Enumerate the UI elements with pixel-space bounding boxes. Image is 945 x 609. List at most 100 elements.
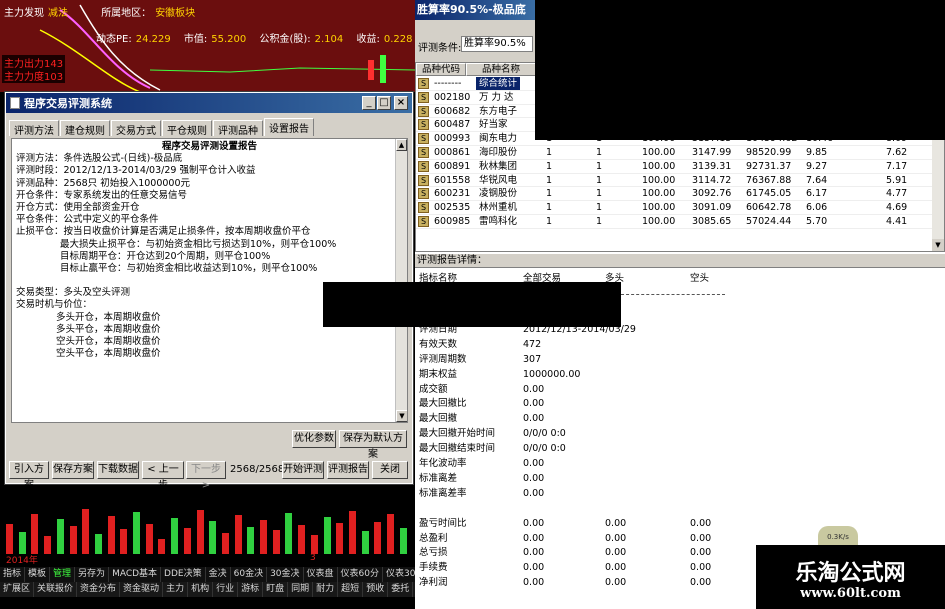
volume-bar: [323, 517, 331, 554]
detail-row: 有效天数 472: [415, 338, 945, 351]
import-scheme-button[interactable]: 引入方案: [9, 461, 49, 491]
bg-tab[interactable]: 60金决: [231, 567, 268, 582]
prev-step-button[interactable]: < 上一步: [142, 461, 184, 491]
bg-tab[interactable]: 耐力: [313, 582, 339, 597]
detail-s: 0.00: [690, 562, 712, 574]
report-scrollbar[interactable]: ▲ ▼: [395, 139, 407, 422]
bg-tab[interactable]: MACD基本: [109, 567, 162, 582]
bg-tab[interactable]: 关联报价: [34, 582, 78, 597]
scroll-up-icon[interactable]: ▲: [396, 139, 407, 151]
volume-bar: [133, 512, 140, 554]
cell-a: 1: [546, 202, 553, 214]
grid-row[interactable]: S 600985 雷鸣科化 1 1 100.00 3085.65 57024.44 5.70 4.…: [416, 215, 934, 229]
grid-row[interactable]: S 601558 华锐风电 1 1 100.00 3114.72 76367.88 7.64 5.…: [416, 174, 934, 188]
detail-row: 最大回撤 0.00: [415, 412, 945, 425]
bg-tab[interactable]: 30金决: [267, 567, 304, 582]
cell-f: 9.85: [806, 147, 828, 158]
close-icon[interactable]: ×: [394, 96, 408, 110]
grid-row[interactable]: S 002535 林州重机 1 1 100.00 3091.09 60642.78 6.06 4.…: [416, 201, 934, 215]
stock-icon: S: [418, 188, 429, 200]
bg-tab[interactable]: 仪表30分: [383, 567, 415, 582]
detail-v: 0.00: [523, 517, 545, 529]
cell-g: 7.17: [886, 160, 908, 172]
cell-code: 600985: [434, 216, 471, 227]
stock-icon: S: [418, 133, 429, 145]
cell-e: 61745.05: [746, 188, 792, 200]
info-row-2: 动态PE: 24.229 市值: 55.200 公积金(股): 2.104 收益: 0.…: [96, 34, 413, 45]
bg-tab[interactable]: 仪表60分: [338, 567, 383, 582]
cell-d: 3091.09: [692, 202, 732, 214]
bg-tab[interactable]: 游标: [238, 582, 264, 597]
cell-e: 76367.88: [746, 174, 792, 186]
detail-title: 评测报告详情：: [415, 254, 945, 268]
bg-tab[interactable]: 管理: [50, 567, 76, 582]
save-scheme-button[interactable]: 保存方案: [52, 461, 94, 479]
detail-k: 成交额: [419, 383, 448, 395]
bg-tab[interactable]: 主力: [163, 582, 189, 597]
start-eval-button[interactable]: 开始评测: [282, 461, 324, 479]
cell-code: 600231: [434, 188, 471, 200]
detail-k: 有效天数: [419, 338, 458, 350]
next-step-button[interactable]: 下一步 >: [186, 461, 226, 491]
tab-0[interactable]: 评测方法: [9, 120, 59, 137]
bg-tab[interactable]: 资金驱动: [120, 582, 164, 597]
close-button[interactable]: 关闭: [372, 461, 408, 479]
bg-tab[interactable]: 预收: [363, 582, 389, 597]
badge-main-power: 主力力度103: [2, 68, 66, 83]
bg-tab[interactable]: DDE决策: [161, 567, 206, 582]
bg-tab[interactable]: 行业: [213, 582, 239, 597]
detail-k: 净利润: [419, 577, 448, 589]
bg-tab[interactable]: 指标: [0, 567, 26, 582]
grid-scroll-down-icon[interactable]: ▼: [932, 239, 944, 251]
bg-tab[interactable]: 委托: [388, 582, 414, 597]
detail-v: 0.00: [523, 547, 545, 559]
scroll-down-icon[interactable]: ▼: [396, 410, 407, 422]
bg-tab[interactable]: 金决: [206, 567, 231, 582]
bg-tab[interactable]: 仪表盘: [304, 567, 338, 582]
report-line: 评测方法：条件选股公式-(日线)-极品底: [16, 153, 183, 165]
volume-bar: [209, 521, 217, 554]
grid-row[interactable]: S 600231 凌钢股份 1 1 100.00 3092.76 61745.05 6.17 4.…: [416, 187, 934, 202]
bg-tab[interactable]: 资金分布: [77, 582, 121, 597]
dialog-titlebar[interactable]: 程序交易评测系统: [6, 93, 412, 113]
minimize-button[interactable]: _: [362, 96, 376, 110]
cell-b: 1: [596, 216, 603, 227]
tab-5[interactable]: 设置报告: [264, 118, 314, 136]
bg-tab[interactable]: 盯盘: [263, 582, 289, 597]
download-data-button[interactable]: 下载数据: [97, 461, 139, 479]
tab-1[interactable]: 建仓规则: [60, 120, 110, 137]
col-name-header[interactable]: 品种名称: [466, 63, 536, 76]
bg-tab[interactable]: 超短: [338, 582, 364, 597]
cell-a: 1: [546, 160, 553, 172]
watermark-line1: 乐淘公式网: [795, 560, 906, 586]
bg-tab[interactable]: 同期: [288, 582, 314, 597]
watermark-line2: www.60lt.com: [800, 586, 901, 601]
cell-name: 华锐风电: [479, 174, 518, 186]
detail-s: 0.00: [690, 517, 712, 529]
cond-select[interactable]: 胜算率90.5%: [461, 36, 533, 52]
volume-bar: [158, 539, 166, 554]
maximize-button[interactable]: □: [377, 96, 391, 110]
grid-row[interactable]: S 000861 海印股份 1 1 100.00 3147.99 98520.99 9.85 7.…: [416, 146, 934, 160]
optimize-button[interactable]: 优化参数: [292, 430, 336, 448]
cell-g: 5.91: [886, 174, 908, 186]
stock-icon: S: [418, 202, 429, 214]
bg-tab[interactable]: 扩展区: [0, 582, 35, 597]
bg-tab[interactable]: 另存为: [75, 567, 110, 582]
cell-d: 3085.65: [692, 216, 732, 227]
detail-row: 评测周期数 307: [415, 353, 945, 366]
eval-report-button[interactable]: 评测报告: [327, 461, 369, 479]
col-code-header[interactable]: 品种代码: [416, 63, 466, 76]
bg-tab[interactable]: 机构: [188, 582, 214, 597]
tab-2[interactable]: 交易方式: [111, 120, 161, 137]
tab-3[interactable]: 平仓规则: [162, 120, 212, 137]
volume-bar: [6, 524, 13, 554]
cell-name: 好当家: [479, 119, 508, 131]
detail-k: 总亏损: [419, 547, 448, 559]
tab-4[interactable]: 评测品种: [213, 120, 263, 137]
bg-tab[interactable]: 模板: [25, 567, 51, 582]
report-title: 程序交易评测设置报告: [161, 141, 257, 152]
grid-row[interactable]: S 600891 秋林集团 1 1 100.00 3139.31 92731.37 9.27 7.…: [416, 160, 934, 174]
save-default-button[interactable]: 保存为默认方案: [339, 430, 407, 460]
result-window-title[interactable]: 胜算率90.5%-极品底: [415, 0, 535, 20]
